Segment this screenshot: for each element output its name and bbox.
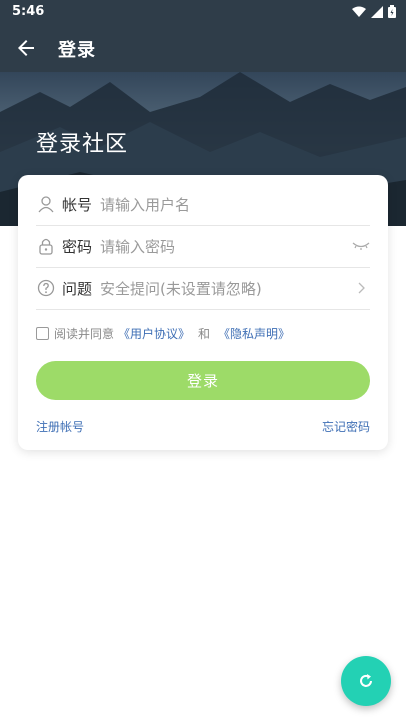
register-link[interactable]: 注册帐号 [36, 418, 84, 435]
question-label: 问题 [62, 279, 93, 298]
status-icons [352, 5, 396, 18]
banner-headline: 登录社区 [36, 132, 129, 157]
question-select[interactable]: 安全提问(未设置请忽略) [100, 278, 352, 299]
arrow-left-icon[interactable] [14, 36, 38, 60]
refresh-icon [360, 674, 372, 687]
eye-closed-icon[interactable] [352, 237, 370, 255]
question-row[interactable]: 问题 安全提问(未设置请忽略) [36, 267, 370, 310]
signal-icon [371, 5, 383, 18]
password-row[interactable]: 密码 请输入密码 [36, 225, 370, 268]
account-label: 帐号 [62, 195, 93, 214]
chevron-right-icon [352, 279, 370, 297]
page-title: 登录 [58, 40, 96, 61]
wifi-icon [352, 6, 366, 17]
password-label: 密码 [62, 237, 93, 256]
status-time: 5:46 [12, 4, 45, 19]
password-input[interactable]: 请输入密码 [100, 236, 352, 257]
login-button[interactable]: 登录 [36, 361, 370, 400]
agreement-prefix: 阅读并同意 [54, 327, 115, 341]
status-bar: 5:46 [0, 0, 406, 24]
agreement-and: 和 [198, 327, 211, 341]
battery-icon [388, 5, 396, 18]
app-bar: 登录 [0, 24, 406, 72]
forgot-password-link[interactable]: 忘记密码 [322, 418, 370, 435]
privacy-link[interactable]: 《隐私声明》 [218, 325, 290, 342]
user-icon [36, 194, 56, 214]
refresh-button[interactable] [341, 656, 391, 706]
login-card: 帐号 请输入用户名 密码 请输入密码 问题 安全提问(未设置请忽略) 阅读并同意… [18, 175, 388, 450]
lock-icon [36, 236, 56, 256]
help-circle-icon [36, 278, 56, 298]
agreement-row: 阅读并同意 《用户协议》 和 《隐私声明》 [36, 325, 294, 342]
account-row[interactable]: 帐号 请输入用户名 [36, 183, 370, 226]
account-input[interactable]: 请输入用户名 [100, 194, 370, 215]
agreement-checkbox[interactable] [36, 327, 49, 340]
user-agreement-link[interactable]: 《用户协议》 [118, 325, 190, 342]
